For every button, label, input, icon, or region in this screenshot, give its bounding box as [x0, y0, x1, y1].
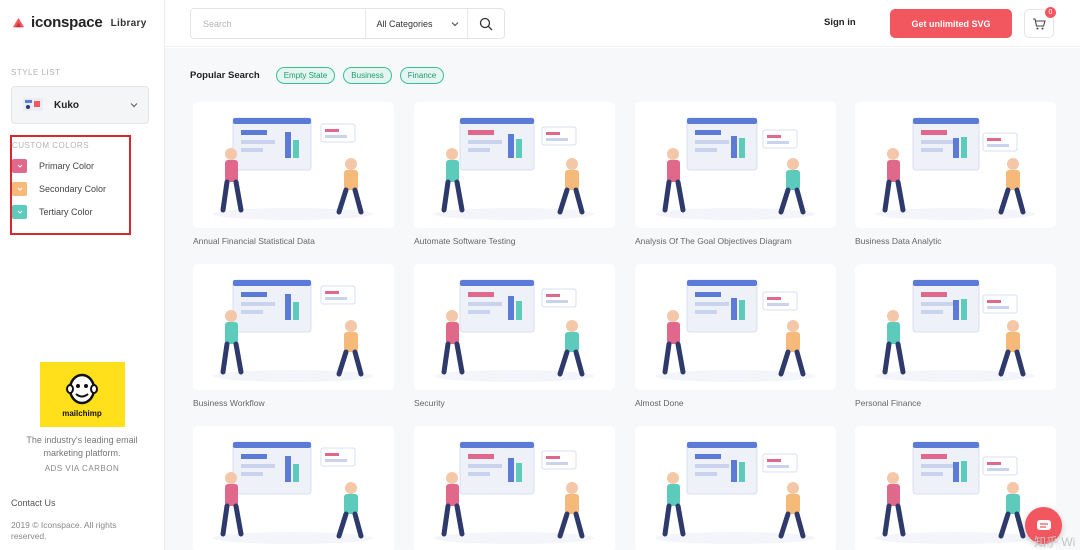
copyright: 2019 © Iconspace. All rights reserved. [11, 520, 117, 541]
tag-business[interactable]: Business [343, 67, 392, 84]
logo[interactable]: iconspace Library [11, 14, 147, 31]
illustration-image[interactable] [635, 102, 836, 228]
tertiary-color-row[interactable]: Tertiary Color [12, 205, 129, 219]
sponsored-ad[interactable]: mailchimp The industry's leading email m… [11, 362, 153, 473]
chevron-down-icon [17, 164, 22, 168]
chevron-down-icon [17, 187, 22, 191]
illustration-card[interactable] [193, 426, 394, 550]
illustration-image[interactable] [193, 102, 394, 228]
illustration-image[interactable] [414, 102, 615, 228]
illustration-card[interactable] [635, 426, 836, 550]
mailchimp-logo-icon [66, 373, 98, 405]
tag-empty-state[interactable]: Empty State [275, 67, 336, 84]
illustration-title[interactable]: Security [414, 398, 615, 408]
search-bar: All Categories [190, 8, 505, 39]
cart-count-badge: 0 [1044, 6, 1057, 19]
secondary-color-swatch[interactable] [12, 182, 27, 196]
ad-text[interactable]: The industry's leading email marketing p… [11, 434, 153, 460]
illustration-image[interactable] [855, 264, 1056, 390]
logo-icon [12, 17, 25, 28]
category-select[interactable]: All Categories [365, 9, 467, 38]
get-unlimited-svg-button[interactable]: Get unlimited SVG [890, 9, 1012, 38]
tertiary-color-label: Tertiary Color [39, 207, 93, 217]
search-button[interactable] [467, 9, 504, 38]
style-select-value: Kuko [54, 99, 79, 111]
illustration-title[interactable]: Business Data Analytic [855, 236, 1056, 246]
illustration-card[interactable]: Security [414, 264, 615, 408]
category-select-value: All Categories [376, 18, 433, 29]
illustration-image[interactable] [414, 264, 615, 390]
custom-colors-panel: CUSTOM COLORS Primary Color Secondary Co… [10, 135, 131, 235]
tag-finance[interactable]: Finance [399, 67, 445, 84]
popular-search-label: Popular Search [190, 70, 260, 81]
chevron-down-icon [130, 103, 138, 108]
chevron-down-icon [451, 22, 459, 27]
illustration-image[interactable] [193, 426, 394, 550]
custom-colors-label: CUSTOM COLORS [12, 141, 90, 150]
illustration-card[interactable]: Business Workflow [193, 264, 394, 408]
popular-search: Popular Search Empty State Business Fina… [190, 67, 452, 84]
primary-color-row[interactable]: Primary Color [12, 159, 129, 173]
primary-color-label: Primary Color [39, 161, 95, 171]
main-content: Popular Search Empty State Business Fina… [165, 48, 1080, 550]
illustration-image[interactable] [193, 264, 394, 390]
style-thumbnail-icon [23, 98, 43, 111]
logo-text: iconspace [31, 14, 103, 31]
secondary-color-label: Secondary Color [39, 184, 107, 194]
watermark: 知乎 Wi [1034, 535, 1076, 549]
illustration-card[interactable]: Analysis Of The Goal Objectives Diagram [635, 102, 836, 246]
cart-button[interactable]: 0 [1024, 6, 1057, 38]
search-input[interactable] [191, 9, 366, 38]
logo-section: Library [110, 18, 147, 29]
style-select[interactable]: Kuko [11, 86, 149, 124]
top-bar: All Categories Sign in Get unlimited SVG… [165, 0, 1080, 47]
ad-brand: mailchimp [62, 409, 102, 418]
chevron-down-icon [17, 210, 22, 214]
illustration-title[interactable]: Business Workflow [193, 398, 394, 408]
illustration-title[interactable]: Automate Software Testing [414, 236, 615, 246]
secondary-color-row[interactable]: Secondary Color [12, 182, 129, 196]
search-icon [479, 17, 493, 30]
illustration-card[interactable] [414, 426, 615, 550]
illustration-image[interactable] [414, 426, 615, 550]
ad-image[interactable]: mailchimp [39, 362, 125, 427]
illustration-card[interactable]: Almost Done [635, 264, 836, 408]
cart-icon [1033, 17, 1046, 29]
chat-icon [1036, 519, 1051, 530]
contact-link[interactable]: Contact Us [11, 498, 56, 508]
tertiary-color-swatch[interactable] [12, 205, 27, 219]
illustration-card[interactable]: Personal Finance [855, 264, 1056, 408]
illustration-card[interactable]: Automate Software Testing [414, 102, 615, 246]
illustration-title[interactable]: Almost Done [635, 398, 836, 408]
illustration-title[interactable]: Annual Financial Statistical Data [193, 236, 394, 246]
ad-via[interactable]: ADS VIA CARBON [11, 464, 153, 473]
illustration-title[interactable]: Analysis Of The Goal Objectives Diagram [635, 236, 836, 246]
illustration-image[interactable] [635, 264, 836, 390]
primary-color-swatch[interactable] [12, 159, 27, 173]
illustration-card[interactable]: Business Data Analytic [855, 102, 1056, 246]
style-list-label: STYLE LIST [11, 68, 61, 77]
illustration-card[interactable]: Annual Financial Statistical Data [193, 102, 394, 246]
illustration-image[interactable] [855, 102, 1056, 228]
illustration-image[interactable] [635, 426, 836, 550]
illustration-title[interactable]: Personal Finance [855, 398, 1056, 408]
signin-link[interactable]: Sign in [824, 17, 856, 28]
sidebar: iconspace Library STYLE LIST Kuko CUSTOM… [0, 0, 165, 550]
